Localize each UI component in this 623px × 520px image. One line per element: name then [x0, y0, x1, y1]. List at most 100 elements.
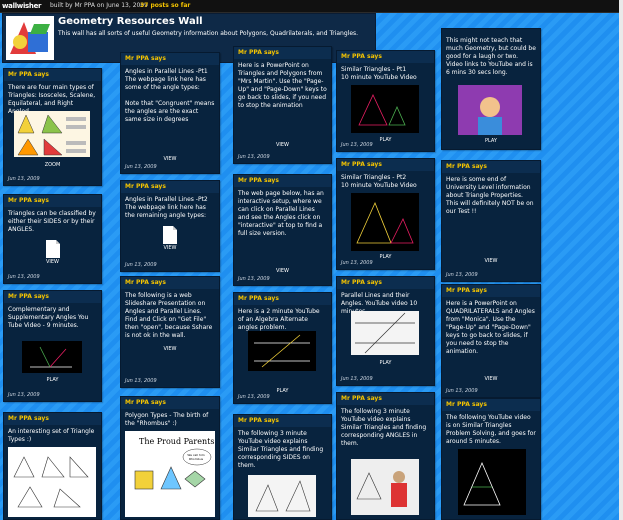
post-card[interactable]: Mr PPA says An interesting set of Triang… — [3, 412, 102, 520]
post-date: Jun 13, 2009 — [8, 176, 40, 182]
post-card[interactable]: Mr PPA says Angles in Parallel Lines -Pt… — [120, 52, 220, 174]
post-text: Triangles can be classified by either th… — [8, 210, 96, 233]
wall-title: Geometry Resources Wall — [58, 16, 203, 27]
post-author: Mr PPA says — [234, 47, 331, 59]
top-bar: wallwisher built by Mr PPA on June 13, 2… — [0, 0, 623, 13]
speech-bubble-text: We call him Rhombus — [187, 453, 205, 461]
post-author: Mr PPA says — [442, 161, 540, 173]
view-button[interactable]: VIEW — [234, 142, 331, 148]
video-thumbnail[interactable] — [351, 311, 419, 355]
post-date: Jun 13, 2009 — [125, 378, 157, 384]
post-date: Jun 13, 2009 — [8, 274, 40, 280]
proud-parents-caption: The Proud Parents — [139, 437, 215, 446]
video-thumbnail[interactable] — [458, 85, 522, 135]
post-author: Mr PPA says — [121, 397, 219, 409]
zoom-button[interactable]: ZOOM — [4, 162, 101, 168]
view-button[interactable]: VIEW — [442, 376, 540, 382]
document-icon[interactable] — [45, 240, 60, 258]
view-button[interactable]: VIEW — [234, 268, 331, 274]
post-author: Mr PPA says — [337, 277, 434, 289]
view-button[interactable]: VIEW — [4, 259, 101, 265]
post-text: Here is a PowerPoint on QUADRILATERALS a… — [446, 300, 535, 355]
post-card[interactable]: This might not teach that much Geometry,… — [441, 28, 541, 150]
video-thumbnail[interactable] — [248, 475, 316, 517]
post-author: Mr PPA says — [234, 293, 331, 305]
post-card[interactable]: Mr PPA says The following 3 minute YouTu… — [233, 414, 332, 520]
post-author: Mr PPA says — [337, 51, 434, 63]
document-icon[interactable] — [163, 226, 177, 244]
post-text: Similar Triangles - Pt1 10 minute YouTub… — [341, 66, 417, 81]
post-author: Mr PPA says — [442, 399, 540, 411]
post-text: Angles in Parallel Lines -Pt2 The webpag… — [125, 196, 208, 219]
post-card[interactable]: Mr PPA says Polygon Types - The birth of… — [120, 396, 220, 520]
view-button[interactable]: VIEW — [442, 258, 540, 264]
post-date: Jun 13, 2009 — [125, 164, 157, 170]
view-button[interactable]: VIEW — [121, 156, 219, 162]
geometry-shapes-icon — [6, 16, 54, 60]
video-thumbnail[interactable] — [351, 85, 419, 133]
post-text: Complementary and Supplementary Angles Y… — [8, 306, 89, 329]
post-card[interactable]: Mr PPA says The following YouTube video … — [441, 398, 541, 520]
post-author: Mr PPA says — [4, 291, 101, 303]
post-card[interactable]: Mr PPA says There are four main types of… — [3, 68, 102, 186]
post-text: This might not teach that much Geometry,… — [446, 37, 536, 76]
video-thumbnail[interactable] — [351, 193, 419, 251]
post-card[interactable]: Mr PPA says The following 3 minute YouTu… — [336, 392, 435, 520]
post-date: Jun 13, 2009 — [341, 376, 373, 382]
post-card[interactable]: Mr PPA says Triangles can be classified … — [3, 194, 102, 284]
post-text: Here is a 2 minute YouTube of an Algebra… — [238, 308, 320, 331]
post-author: Mr PPA says — [337, 393, 434, 405]
play-button[interactable]: PLAY — [4, 377, 101, 383]
video-thumbnail[interactable] — [351, 459, 419, 515]
post-card[interactable]: Mr PPA says The web page below, has an i… — [233, 174, 332, 286]
post-card[interactable]: Mr PPA says Parallel Lines and their Ang… — [336, 276, 435, 386]
post-card[interactable]: Mr PPA says Here is a 2 minute YouTube o… — [233, 292, 332, 404]
post-card[interactable]: Mr PPA says Here is a PowerPoint on Tria… — [233, 46, 332, 164]
post-date: Jun 13, 2009 — [238, 394, 270, 400]
post-text: The following YouTube video is on Simila… — [446, 414, 536, 445]
wallwisher-logo[interactable]: wallwisher — [2, 0, 42, 12]
post-date: Jun 13, 2009 — [238, 276, 270, 282]
post-author: Mr PPA says — [4, 69, 101, 81]
view-button[interactable]: VIEW — [121, 346, 219, 352]
post-date: Jun 13, 2009 — [8, 392, 40, 398]
post-card[interactable]: Mr PPA says Similar Triangles - Pt2 10 m… — [336, 158, 435, 270]
wall-description: This wall has all sorts of useful Geomet… — [58, 30, 359, 37]
post-card[interactable]: Mr PPA says Angles in Parallel Lines -Pt… — [120, 180, 220, 272]
post-date: Jun 13, 2009 — [341, 142, 373, 148]
post-card[interactable]: Mr PPA says Here is a PowerPoint on QUAD… — [441, 284, 541, 398]
triangle-types-chart-thumbnail[interactable] — [8, 447, 96, 517]
post-card[interactable]: Mr PPA says Complementary and Supplement… — [3, 290, 102, 402]
post-date: Jun 13, 2009 — [125, 262, 157, 268]
video-thumbnail[interactable] — [22, 341, 82, 373]
video-thumbnail[interactable] — [248, 331, 316, 371]
post-text: The following is a web Slideshare Presen… — [125, 292, 213, 339]
post-card[interactable]: Mr PPA says Here is some end of Universi… — [441, 160, 541, 282]
triangle-types-thumbnail[interactable] — [14, 111, 90, 157]
post-text: Polygon Types - The birth of the "Rhombu… — [125, 412, 209, 427]
post-text: The following 3 minute YouTube video exp… — [341, 408, 427, 447]
post-date: Jun 13, 2009 — [238, 154, 270, 160]
post-text: The following 3 minute YouTube video exp… — [238, 430, 324, 469]
post-card[interactable]: Mr PPA says Similar Triangles - Pt1 10 m… — [336, 50, 435, 152]
post-date: Jun 13, 2009 — [446, 388, 478, 394]
post-text: Here is a PowerPoint on Triangles and Po… — [238, 62, 327, 109]
video-thumbnail[interactable] — [458, 449, 526, 515]
post-text: Similar Triangles - Pt2 10 minute YouTub… — [341, 174, 417, 189]
post-date: Jun 13, 2009 — [446, 272, 478, 278]
post-author: Mr PPA says — [234, 415, 331, 427]
post-date: Jun 13, 2009 — [341, 260, 373, 266]
post-card[interactable]: Mr PPA says The following is a web Slide… — [120, 276, 220, 388]
post-author: Mr PPA says — [337, 159, 434, 171]
post-text: The web page below, has an interactive s… — [238, 190, 324, 237]
post-author: Mr PPA says — [442, 285, 540, 297]
posts-count[interactable]: 37 posts so far — [140, 0, 190, 12]
play-button[interactable]: PLAY — [337, 360, 434, 366]
post-author: Mr PPA says — [4, 413, 101, 425]
post-author: Mr PPA says — [234, 175, 331, 187]
scrollbar[interactable] — [619, 0, 623, 520]
post-author: Mr PPA says — [121, 181, 219, 193]
post-text: An interesting set of Triangle Types :) — [8, 428, 95, 443]
play-button[interactable]: PLAY — [442, 138, 540, 144]
view-button[interactable]: VIEW — [121, 245, 219, 251]
